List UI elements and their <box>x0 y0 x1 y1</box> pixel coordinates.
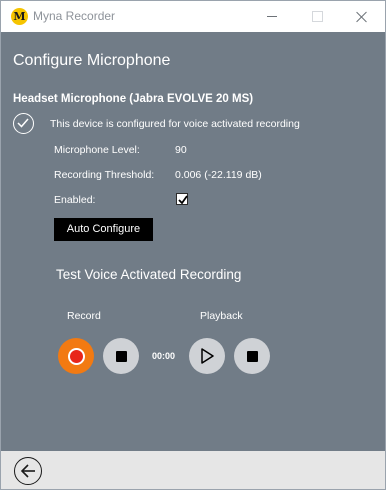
auto-configure-button[interactable]: Auto Configure <box>54 218 153 241</box>
playback-label: Playback <box>200 310 243 322</box>
checkmark-icon <box>178 195 188 205</box>
record-button[interactable] <box>58 338 94 374</box>
record-icon <box>67 347 85 365</box>
configured-message: This device is configured for voice acti… <box>50 118 300 130</box>
title-bar: M Myna Recorder <box>1 1 385 32</box>
enabled-label: Enabled: <box>54 194 96 206</box>
timer-display: 00:00 <box>152 351 176 361</box>
record-label: Record <box>67 310 101 322</box>
close-icon <box>356 11 368 23</box>
test-section-title: Test Voice Activated Recording <box>56 267 242 282</box>
close-button[interactable] <box>339 1 385 32</box>
device-name: Headset Microphone (Jabra EVOLVE 20 MS) <box>13 93 254 105</box>
back-button[interactable] <box>14 457 42 485</box>
minimize-button[interactable] <box>249 1 295 32</box>
maximize-button[interactable] <box>294 1 340 32</box>
app-logo-icon: M <box>11 8 28 25</box>
configure-panel: Configure Microphone Headset Microphone … <box>1 32 385 451</box>
enabled-checkbox[interactable] <box>176 193 188 205</box>
recording-threshold-label: Recording Threshold: <box>54 169 155 181</box>
stop-icon <box>115 350 127 362</box>
window-title: Myna Recorder <box>33 9 116 23</box>
page-title: Configure Microphone <box>13 52 171 69</box>
microphone-level-label: Microphone Level: <box>54 144 140 156</box>
play-button[interactable] <box>189 338 225 374</box>
microphone-level-value: 90 <box>175 144 187 156</box>
stop-playback-button[interactable] <box>234 338 270 374</box>
recording-threshold-value: 0.006 (-22.119 dB) <box>175 169 262 181</box>
stop-recording-button[interactable] <box>103 338 139 374</box>
check-circle-icon <box>13 113 34 134</box>
play-icon <box>201 348 214 364</box>
stop-icon <box>246 350 258 362</box>
minimize-icon <box>267 16 277 17</box>
maximize-icon <box>311 11 323 22</box>
bottom-app-bar <box>1 451 385 489</box>
back-arrow-icon <box>20 464 35 478</box>
app-window: M Myna Recorder Configure Microphone Hea… <box>0 0 386 490</box>
